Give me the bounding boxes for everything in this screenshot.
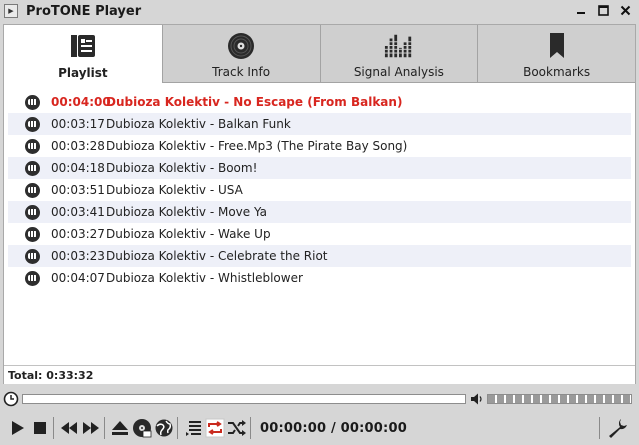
tab-label: Signal Analysis [353,65,444,79]
eject-button[interactable] [110,417,130,439]
tab-strip: Playlist Track Info Signal Analysis Book… [4,25,635,83]
disc-icon [25,248,40,264]
tab-bookmarks[interactable]: Bookmarks [477,25,635,83]
track-duration: 00:03:51 [51,183,105,197]
track-duration: 00:04:07 [51,271,105,285]
tab-track-info[interactable]: Track Info [161,25,320,83]
list-item[interactable]: 00:04:18 Dubioza Kolektiv - Boom! [8,157,631,179]
bookmark-icon [542,31,572,61]
close-button[interactable] [617,2,633,18]
list-item[interactable]: 00:03:27 Dubioza Kolektiv - Wake Up [8,223,631,245]
maximize-button[interactable] [595,2,611,18]
list-item[interactable]: 00:04:07 Dubioza Kolektiv - Whistleblowe… [8,267,631,289]
stop-button[interactable] [30,417,50,439]
tab-signal-analysis[interactable]: Signal Analysis [319,25,478,83]
settings-wrench-icon[interactable] [607,417,629,439]
main-panel: Playlist Track Info Signal Analysis Book… [3,24,636,384]
list-item[interactable]: 00:03:51 Dubioza Kolektiv - USA [8,179,631,201]
disc-icon [25,182,40,198]
track-duration: 00:04:00 [51,95,111,109]
playback-time: 00:00:00 / 00:00:00 [260,420,407,436]
vinyl-disc-icon [226,31,256,61]
track-duration: 00:03:28 [51,139,105,153]
track-duration: 00:04:18 [51,161,105,175]
track-title: Dubioza Kolektiv - Move Ya [106,205,268,219]
list-item[interactable]: 00:03:17 Dubioza Kolektiv - Balkan Funk [8,113,631,135]
track-title: Dubioza Kolektiv - Wake Up [106,227,271,241]
window-title: ProTONE Player [26,3,142,19]
toolbar-separator [53,417,54,439]
toolbar-separator [599,417,600,439]
window-controls [573,2,633,18]
disc-icon [25,226,40,242]
disc-icon [25,138,40,154]
track-title: Dubioza Kolektiv - Celebrate the Riot [106,249,328,263]
previous-button[interactable] [59,417,79,439]
track-duration: 00:03:27 [51,227,105,241]
clock-icon [3,391,19,407]
transport-bar: 00:00:00 / 00:00:00 [0,413,639,443]
minimize-button[interactable] [573,2,589,18]
disc-icon [25,270,40,286]
equalizer-bars-icon [383,31,414,61]
tab-label: Track Info [212,65,271,79]
track-title: Dubioza Kolektiv - Balkan Funk [106,117,291,131]
playlist-status-bar: Total: 0:33:32 [4,365,635,384]
app-icon[interactable]: ▶ [4,4,18,18]
track-duration: 00:03:17 [51,117,105,131]
open-url-button[interactable] [154,417,174,439]
playlist[interactable]: 00:04:00 Dubioza Kolektiv - No Escape (F… [8,91,631,289]
seek-row [0,389,639,409]
play-button[interactable] [8,417,28,439]
toolbar-separator [250,417,251,439]
total-duration: Total: 0:33:32 [8,368,94,382]
volume-icon[interactable] [470,392,485,406]
track-title: Dubioza Kolektiv - Whistleblower [106,271,303,285]
track-title: Dubioza Kolektiv - Boom! [106,161,258,175]
toolbar-separator [177,417,178,439]
disc-icon [25,94,40,110]
tab-playlist[interactable]: Playlist [4,25,162,83]
toolbar-separator [104,417,105,439]
shuffle-button[interactable] [227,417,247,439]
disc-icon [25,116,40,132]
list-item[interactable]: 00:03:23 Dubioza Kolektiv - Celebrate th… [8,245,631,267]
track-title: Dubioza Kolektiv - No Escape (From Balka… [106,95,403,109]
title-bar: ▶ ProTONE Player [0,0,639,22]
tab-label: Bookmarks [523,65,591,79]
repeat-button[interactable] [205,417,225,439]
track-title: Dubioza Kolektiv - USA [106,183,243,197]
playlist-icon [68,31,98,61]
list-item[interactable]: 00:03:28 Dubioza Kolektiv - Free.Mp3 (Th… [8,135,631,157]
playlist-button[interactable] [183,417,203,439]
tab-label: Playlist [58,66,108,80]
open-disc-button[interactable] [132,417,152,439]
volume-slider[interactable] [487,394,632,404]
list-item[interactable]: 00:03:41 Dubioza Kolektiv - Move Ya [8,201,631,223]
disc-icon [25,204,40,220]
track-duration: 00:03:41 [51,205,105,219]
seek-bar[interactable] [22,394,466,404]
track-title: Dubioza Kolektiv - Free.Mp3 (The Pirate … [106,139,408,153]
disc-icon [25,160,40,176]
track-duration: 00:03:23 [51,249,105,263]
list-item[interactable]: 00:04:00 Dubioza Kolektiv - No Escape (F… [8,91,631,113]
next-button[interactable] [81,417,101,439]
